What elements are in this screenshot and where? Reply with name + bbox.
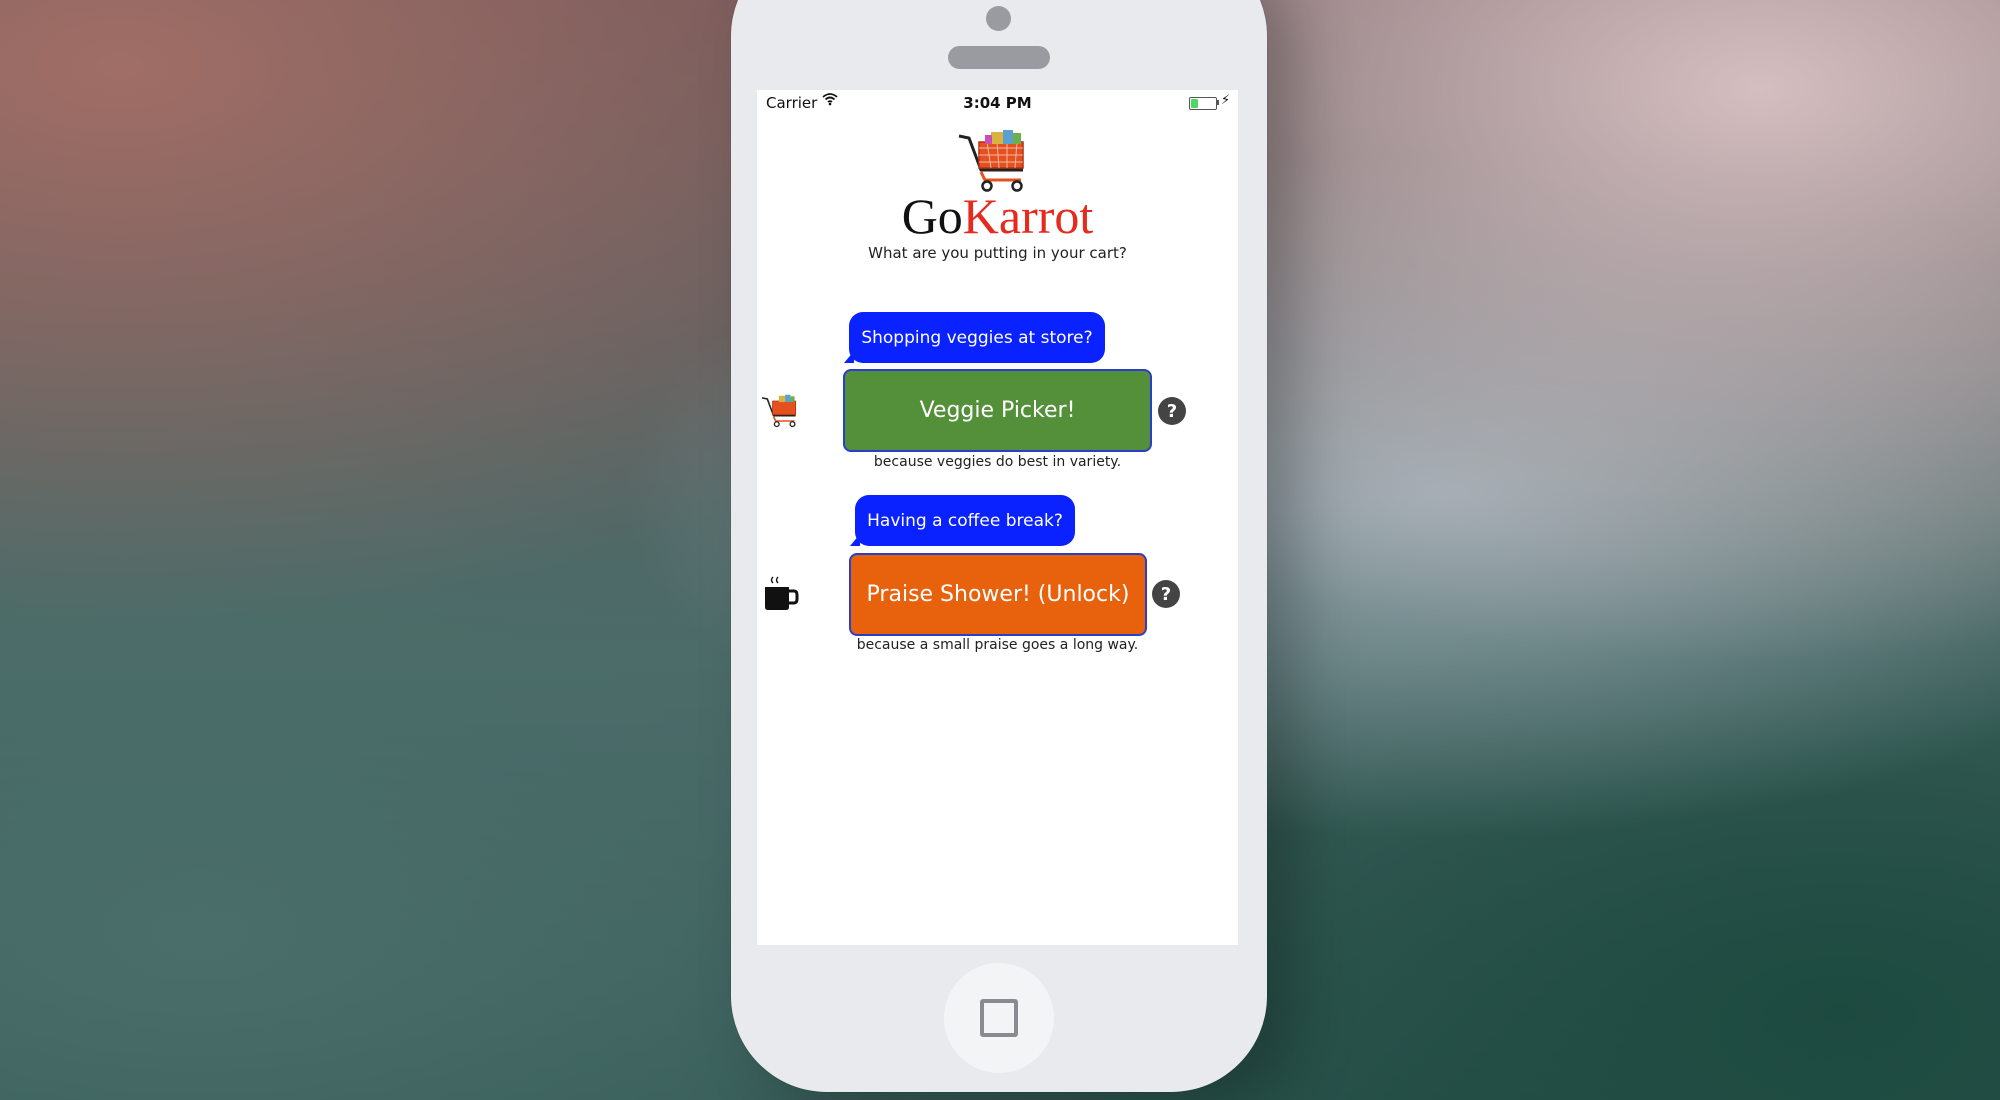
prompt-text: Shopping veggies at store? xyxy=(861,327,1093,348)
help-button-veggie[interactable]: ? xyxy=(1158,397,1186,425)
veggie-caption: because veggies do best in variety. xyxy=(873,454,1122,470)
status-bar: Carrier 3:04 PM ⚡ xyxy=(757,90,1238,118)
praise-caption: because a small praise goes a long way. xyxy=(856,637,1139,653)
help-icon: ? xyxy=(1166,400,1178,422)
praise-shower-button-label: Praise Shower! (Unlock) xyxy=(866,582,1130,607)
earpiece-speaker xyxy=(948,46,1050,69)
battery-level xyxy=(1191,99,1198,108)
prompt-text: Having a coffee break? xyxy=(867,510,1063,531)
app-title-karrot: Karrot xyxy=(962,188,1094,244)
veggie-picker-button[interactable]: Veggie Picker! xyxy=(843,369,1152,452)
shopping-cart-logo-icon xyxy=(958,130,1024,192)
home-square-icon xyxy=(980,999,1018,1037)
battery-tip xyxy=(1217,100,1219,105)
battery-icon xyxy=(1189,97,1217,110)
help-icon: ? xyxy=(1160,583,1172,605)
shopping-cart-icon xyxy=(761,394,797,428)
prompt-bubble: Shopping veggies at store? xyxy=(849,312,1105,363)
app-screen: Carrier 3:04 PM ⚡ GoKarrot What are you … xyxy=(757,90,1238,945)
app-subtitle: What are you putting in your cart? xyxy=(868,244,1127,262)
prompt-bubble: Having a coffee break? xyxy=(855,495,1075,546)
charging-bolt-icon: ⚡ xyxy=(1221,93,1231,108)
coffee-mug-icon xyxy=(765,576,799,610)
front-camera xyxy=(986,6,1011,31)
app-title: GoKarrot xyxy=(757,186,1238,246)
home-button[interactable] xyxy=(944,963,1054,1073)
app-title-go: Go xyxy=(901,188,963,244)
praise-shower-unlock-button[interactable]: Praise Shower! (Unlock) xyxy=(849,553,1147,636)
clock: 3:04 PM xyxy=(963,94,1032,112)
help-button-praise[interactable]: ? xyxy=(1152,580,1180,608)
veggie-picker-button-label: Veggie Picker! xyxy=(919,398,1076,423)
